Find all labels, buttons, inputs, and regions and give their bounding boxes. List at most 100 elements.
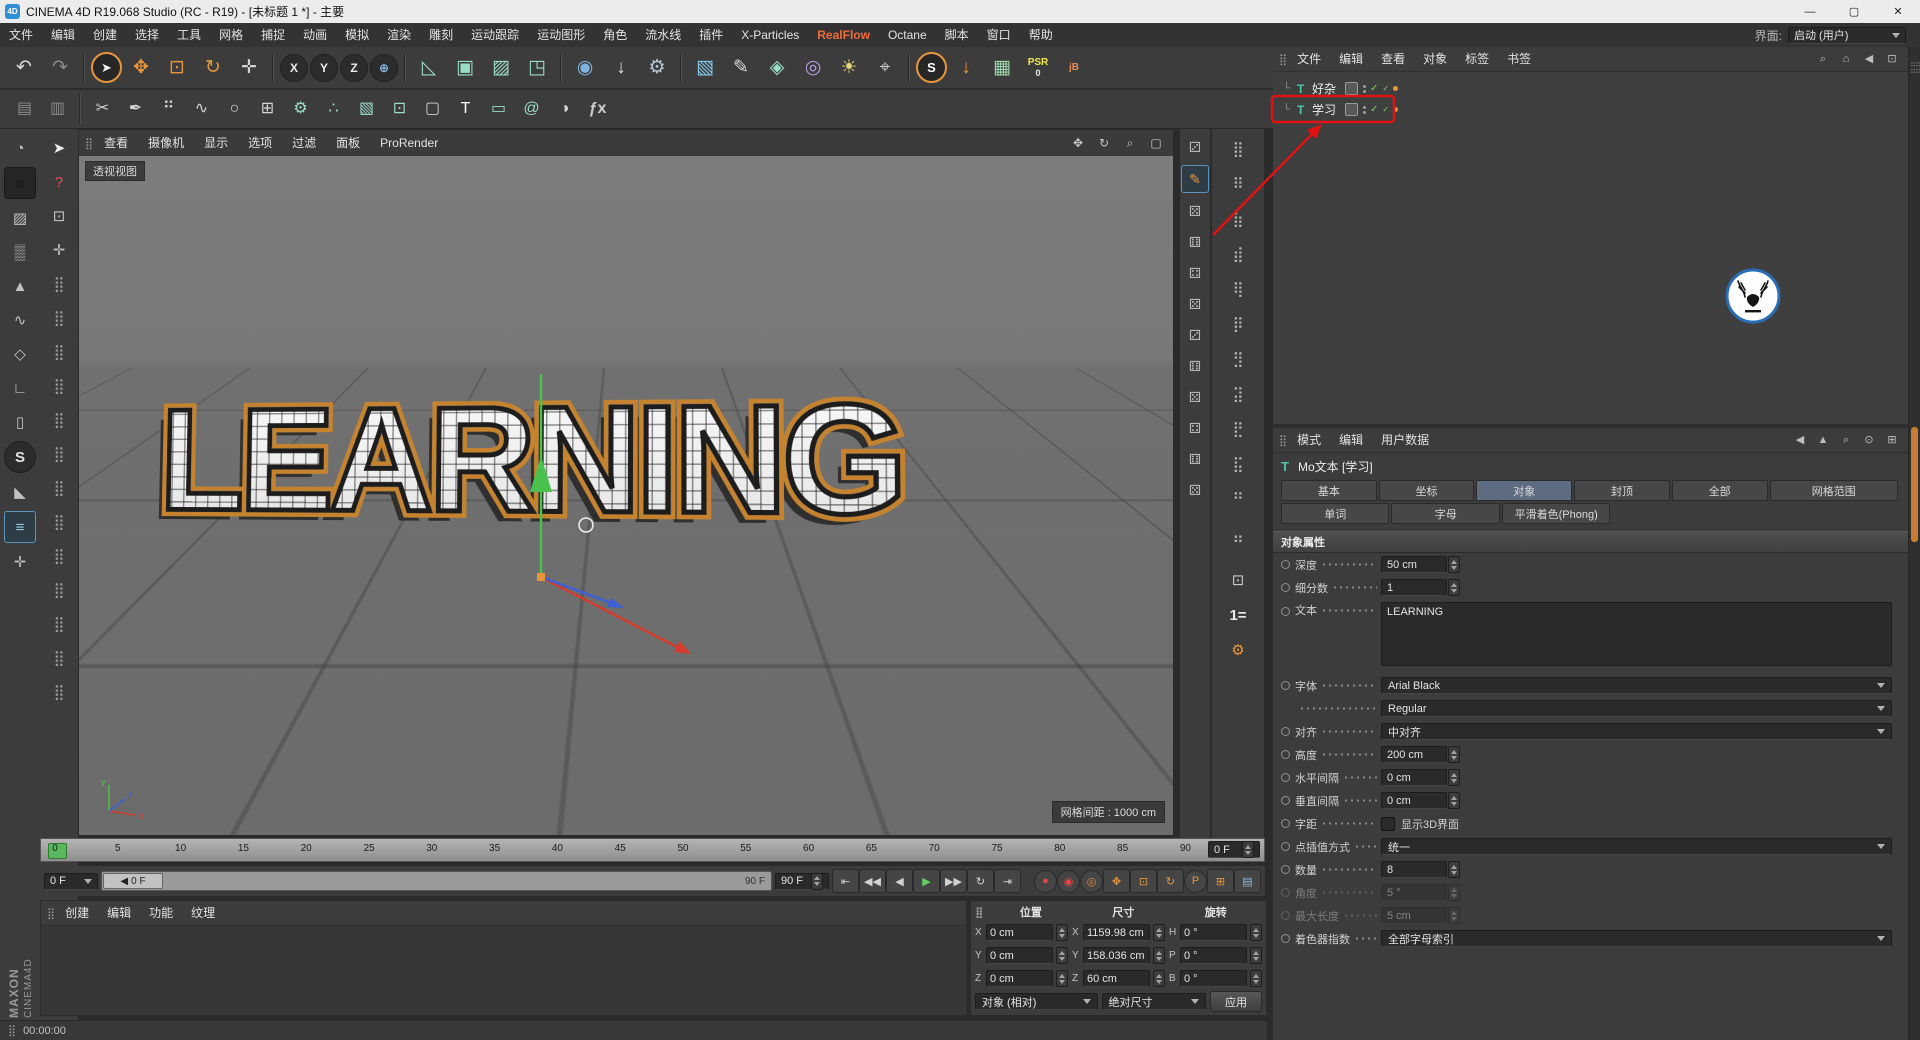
param-dropdown[interactable]: 统一	[1381, 838, 1892, 855]
coord-value-field[interactable]: 1159.98 cm	[1083, 924, 1150, 941]
object-manager-menu-3[interactable]: 对象	[1414, 47, 1456, 71]
keyframe-dot-icon[interactable]	[1281, 934, 1290, 943]
timeline-slider[interactable]: ◀ 0 F 90 F	[101, 871, 772, 891]
polygon-tool-icon[interactable]: ◇	[5, 339, 35, 369]
palette-slot-icon[interactable]: ⣿	[44, 541, 74, 571]
coord-value-field[interactable]: 60 cm	[1083, 970, 1150, 987]
render-check-icon[interactable]: ✓	[1382, 84, 1389, 93]
main-menu-13[interactable]: 角色	[594, 23, 636, 47]
keyframe-dot-icon[interactable]	[1281, 819, 1290, 828]
viewport-menu-6[interactable]: ProRender	[370, 130, 448, 156]
attribute-manager-menu-0[interactable]: 模式	[1288, 428, 1330, 452]
autokey-button[interactable]: ◉	[1057, 869, 1080, 893]
subtab-1[interactable]: 字母	[1391, 503, 1500, 524]
primitive-cube-icon[interactable]: ▧	[688, 51, 722, 85]
wire-cube-icon[interactable]: ▢	[417, 94, 448, 125]
main-menu-7[interactable]: 动画	[294, 23, 336, 47]
box-select-icon[interactable]: ⊡	[44, 201, 74, 231]
interface-select[interactable]: 启动 (用户)	[1788, 26, 1906, 44]
main-menu-0[interactable]: 文件	[0, 23, 42, 47]
view-label[interactable]: 透视视图	[85, 161, 145, 181]
checkbox[interactable]	[1381, 816, 1395, 831]
cone-tool-icon[interactable]: ▲	[5, 271, 35, 301]
stepper-icon[interactable]	[1056, 947, 1068, 964]
palette-slot-icon[interactable]: ⣿	[44, 507, 74, 537]
drag-handle-icon[interactable]: ⣿	[1279, 53, 1287, 66]
render-settings-icon[interactable]: ⚙	[640, 51, 674, 85]
timeline-slider-handle[interactable]: ◀ 0 F	[103, 873, 163, 889]
orbit-icon[interactable]: ↻	[1094, 133, 1114, 153]
scrollbar-thumb[interactable]	[1911, 427, 1918, 542]
viewport-3d-text[interactable]: LEARNING LEARNING	[151, 364, 910, 554]
measure-icon[interactable]: ∟	[5, 373, 35, 403]
keyframe-dot-icon[interactable]	[1281, 607, 1290, 616]
palette-slot-icon[interactable]: ⣿	[44, 575, 74, 605]
palette-slot-icon[interactable]: ⣿	[44, 371, 74, 401]
array-palette-icon[interactable]: ⣤	[1219, 519, 1257, 549]
enabled-check-icon[interactable]: ✓	[1370, 104, 1378, 115]
stepper-icon[interactable]	[1250, 947, 1262, 964]
array-palette-icon[interactable]: ⡿	[1219, 309, 1257, 339]
knife-icon[interactable]: ✂	[87, 94, 118, 125]
viewport-menu-1[interactable]: 摄像机	[138, 130, 194, 156]
generators-icon[interactable]: ◈	[760, 51, 794, 85]
palette-slot-icon[interactable]: ⣿	[44, 643, 74, 673]
param-value-field[interactable]: 0 cm	[1381, 769, 1447, 786]
make-editable-icon[interactable]: ◺	[412, 51, 446, 85]
zoom-icon[interactable]: ⌕	[1120, 133, 1140, 153]
display-tag-icon[interactable]	[1345, 82, 1359, 95]
main-menu-4[interactable]: 工具	[168, 23, 210, 47]
workplane-snap-icon[interactable]: ▥	[42, 94, 73, 125]
main-menu-2[interactable]: 创建	[84, 23, 126, 47]
main-menu-8[interactable]: 模拟	[336, 23, 378, 47]
spline-tool-icon[interactable]: ∿	[5, 305, 35, 335]
main-menu-19[interactable]: 脚本	[936, 23, 978, 47]
drag-handle-icon[interactable]: ⣿	[47, 907, 55, 920]
stepper-icon[interactable]	[1153, 947, 1165, 964]
timeline-window-button[interactable]: ▤	[1234, 869, 1261, 893]
light-icon[interactable]: ☀	[832, 51, 866, 85]
keyframe-dot-icon[interactable]	[1281, 888, 1290, 897]
object-row[interactable]: └ T 学习 ✓ ✓	[1273, 99, 1908, 120]
visibility-dots-icon[interactable]	[1363, 105, 1367, 114]
record-scale-toggle[interactable]: ⊡	[1130, 869, 1157, 893]
snap-move-icon[interactable]: ✛	[44, 235, 74, 265]
snap-palette-icon[interactable]: ⚂	[1182, 134, 1208, 160]
command-palette-icon[interactable]: ⚄	[1182, 291, 1208, 317]
keyframe-dot-icon[interactable]	[1281, 842, 1290, 851]
stepper-icon[interactable]	[1448, 861, 1460, 878]
record-key-button[interactable]: ●	[1034, 869, 1057, 893]
main-menu-14[interactable]: 流水线	[636, 23, 690, 47]
attribute-manager-menu-1[interactable]: 编辑	[1330, 428, 1372, 452]
record-pla-toggle[interactable]: ⊞	[1207, 869, 1234, 893]
back-icon[interactable]: ◀	[1860, 50, 1878, 68]
grid-array-icon[interactable]: ⊞	[252, 94, 283, 125]
viewport-canvas[interactable]: LEARNING LEARNING y x z 透视视图	[79, 156, 1173, 835]
subtab-2[interactable]: 平滑着色(Phong)	[1501, 503, 1611, 524]
keyframe-dot-icon[interactable]	[1281, 681, 1290, 690]
main-menu-6[interactable]: 捕捉	[252, 23, 294, 47]
model-cube-icon[interactable]: ■	[4, 167, 36, 199]
axis-mode-icon[interactable]: ✛	[5, 547, 35, 577]
coord-value-field[interactable]: 0 °	[1180, 970, 1247, 987]
spiral-icon[interactable]: @	[516, 94, 547, 125]
question-icon[interactable]: ?	[44, 167, 74, 197]
subtab-0[interactable]: 单词	[1281, 503, 1390, 524]
lock-icon[interactable]: ⊙	[1860, 431, 1878, 449]
panel-menu-icon[interactable]: ⊞	[1883, 431, 1901, 449]
y-axis-lock-icon[interactable]: Y	[310, 53, 338, 82]
object-manager-menu-1[interactable]: 编辑	[1330, 47, 1372, 71]
ic-tools-icon[interactable]: ▦	[985, 51, 1019, 85]
keyframe-dot-icon[interactable]	[1281, 773, 1290, 782]
array-palette-icon[interactable]: ⢿	[1219, 274, 1257, 304]
dock-icon[interactable]: ⊡	[1883, 50, 1901, 68]
main-menu-20[interactable]: 窗口	[978, 23, 1020, 47]
main-menu-3[interactable]: 选择	[126, 23, 168, 47]
jb-plugin-icon[interactable]: jB	[1057, 51, 1091, 85]
command-palette-icon[interactable]: ⚃	[1182, 415, 1208, 441]
render-picture-viewer-icon[interactable]: ↓	[604, 51, 638, 85]
play-button[interactable]: ▶	[913, 869, 940, 893]
param-value-field[interactable]: 50 cm	[1381, 556, 1447, 573]
object-manager-menu-2[interactable]: 查看	[1372, 47, 1414, 71]
palette-slot-icon[interactable]: ⣿	[44, 439, 74, 469]
